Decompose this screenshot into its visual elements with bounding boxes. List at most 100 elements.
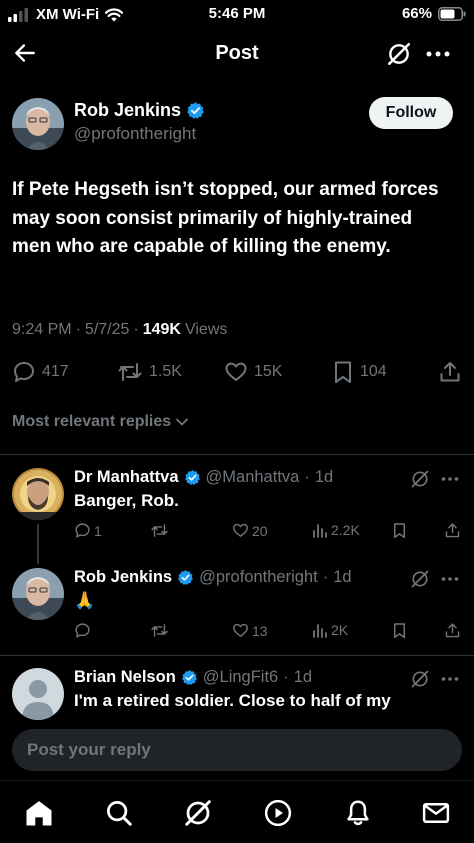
author-name-text: Rob Jenkins (74, 100, 182, 120)
reply-age[interactable]: 1d (294, 668, 312, 687)
post-text: If Pete Hegseth isn’t stopped, our armed… (12, 179, 439, 257)
verified-badge-icon (181, 670, 197, 686)
share-button[interactable] (444, 622, 461, 639)
nav-home[interactable] (24, 798, 54, 828)
share-button[interactable] (438, 360, 462, 384)
play-circle-icon (264, 799, 292, 827)
divider (0, 454, 474, 455)
reply-avatar[interactable] (12, 568, 64, 620)
more-button[interactable] (424, 41, 452, 67)
reply-author-name[interactable]: Rob Jenkins (74, 568, 172, 587)
reply-age[interactable]: 1d (315, 468, 333, 487)
like-button[interactable]: 20 (232, 522, 268, 539)
reply-count: 1 (94, 522, 102, 539)
repost-button[interactable] (150, 522, 172, 539)
reply-author-name[interactable]: Brian Nelson (74, 668, 176, 687)
share-icon (440, 362, 460, 382)
author-avatar[interactable] (12, 98, 64, 150)
grok-button[interactable] (410, 569, 430, 589)
bar-chart-icon (313, 524, 327, 538)
reply-age[interactable]: 1d (333, 568, 351, 587)
post-date[interactable]: 5/7/25 (85, 321, 129, 339)
reply-item[interactable]: Brian Nelson @LingFit6 · 1d I'm a retire… (0, 656, 474, 720)
reply-button[interactable]: 417 (12, 360, 69, 384)
sort-replies-dropdown[interactable]: Most relevant replies (12, 413, 190, 431)
bookmark-button[interactable] (392, 622, 407, 639)
repost-button[interactable]: 1.5K (117, 360, 182, 384)
like-count: 13 (252, 622, 268, 639)
follow-button[interactable]: Follow (369, 97, 453, 129)
views-count: 149K (142, 321, 181, 338)
nav-media[interactable] (263, 798, 293, 828)
nav-messages[interactable] (421, 798, 451, 828)
reply-actions: 13 2K (74, 622, 462, 642)
status-bar: XM Wi-Fi 5:46 PM 66% (0, 0, 474, 30)
repost-icon (151, 524, 168, 537)
verified-badge-icon (187, 102, 204, 119)
reply-avatar[interactable] (12, 468, 64, 520)
reply-text: Banger, Rob. (74, 491, 179, 510)
more-horizontal-icon (441, 577, 459, 581)
reply-author-handle[interactable]: @LingFit6 (203, 668, 278, 687)
views-count: 2.2K (331, 522, 360, 538)
reply-count: 417 (42, 363, 69, 380)
reply-avatar[interactable] (12, 668, 64, 720)
nav-search[interactable] (104, 798, 134, 828)
views-count: 2K (331, 622, 349, 638)
grok-button[interactable] (410, 469, 430, 489)
reply-input-placeholder: Post your reply (27, 740, 151, 759)
reply-header: Rob Jenkins @profontheright · 1d (74, 568, 352, 587)
bottom-nav (0, 780, 474, 843)
more-horizontal-icon (441, 677, 459, 681)
nav-grok[interactable] (183, 798, 213, 828)
nav-notifications[interactable] (343, 798, 373, 828)
bookmark-icon (393, 623, 406, 639)
heart-icon (233, 523, 248, 537)
views-button[interactable]: 2K (312, 622, 348, 638)
verified-badge-icon (178, 570, 194, 586)
grok-button[interactable] (386, 41, 412, 67)
like-count: 15K (254, 363, 283, 380)
share-button[interactable] (444, 522, 461, 539)
heart-icon (225, 362, 247, 381)
post-meta: 9:24 PM · 5/7/25 · 149K Views (12, 321, 228, 339)
heart-icon (233, 623, 248, 637)
reply-item[interactable]: Rob Jenkins @profontheright · 1d 🙏 13 2K (0, 556, 474, 654)
reply-item[interactable]: Dr Manhattva @Manhattva · 1d Banger, Rob… (0, 456, 474, 556)
reply-button[interactable]: 1 (74, 522, 102, 539)
repost-count: 1.5K (149, 363, 182, 380)
reply-author-handle[interactable]: @profontheright (199, 568, 318, 587)
envelope-icon (422, 803, 450, 823)
share-icon (445, 623, 460, 638)
grok-icon (411, 670, 429, 688)
repost-button[interactable] (150, 622, 172, 639)
reply-header: Brian Nelson @LingFit6 · 1d (74, 668, 313, 687)
like-button[interactable]: 13 (232, 622, 268, 639)
bookmark-button[interactable] (392, 522, 407, 539)
reply-header: Dr Manhattva @Manhattva · 1d (74, 468, 334, 487)
reply-author-handle[interactable]: @Manhattva (206, 468, 300, 487)
repost-icon (118, 363, 142, 381)
views-button[interactable]: 2.2K (312, 522, 360, 538)
post-actions: 417 1.5K 15K 104 (12, 360, 462, 388)
search-icon (107, 801, 132, 826)
post-time[interactable]: 9:24 PM (12, 321, 72, 339)
verified-badge-icon (184, 470, 200, 486)
like-button[interactable]: 15K (224, 360, 282, 384)
reply-more-button[interactable] (440, 569, 460, 589)
author-name[interactable]: Rob Jenkins (74, 100, 205, 121)
bookmark-button[interactable]: 104 (332, 360, 387, 384)
views-label: Views (184, 321, 228, 338)
grok-icon (411, 470, 429, 488)
reply-more-button[interactable] (440, 469, 460, 489)
grok-icon (185, 800, 211, 826)
reply-input[interactable]: Post your reply (12, 729, 462, 771)
bar-chart-icon (313, 624, 327, 638)
battery-icon (438, 6, 466, 21)
reply-button[interactable] (74, 622, 94, 639)
grok-button[interactable] (410, 669, 430, 689)
author-handle[interactable]: @profontheright (74, 124, 196, 144)
reply-author-name[interactable]: Dr Manhattva (74, 468, 179, 487)
more-horizontal-icon (441, 477, 459, 481)
reply-more-button[interactable] (440, 669, 460, 689)
